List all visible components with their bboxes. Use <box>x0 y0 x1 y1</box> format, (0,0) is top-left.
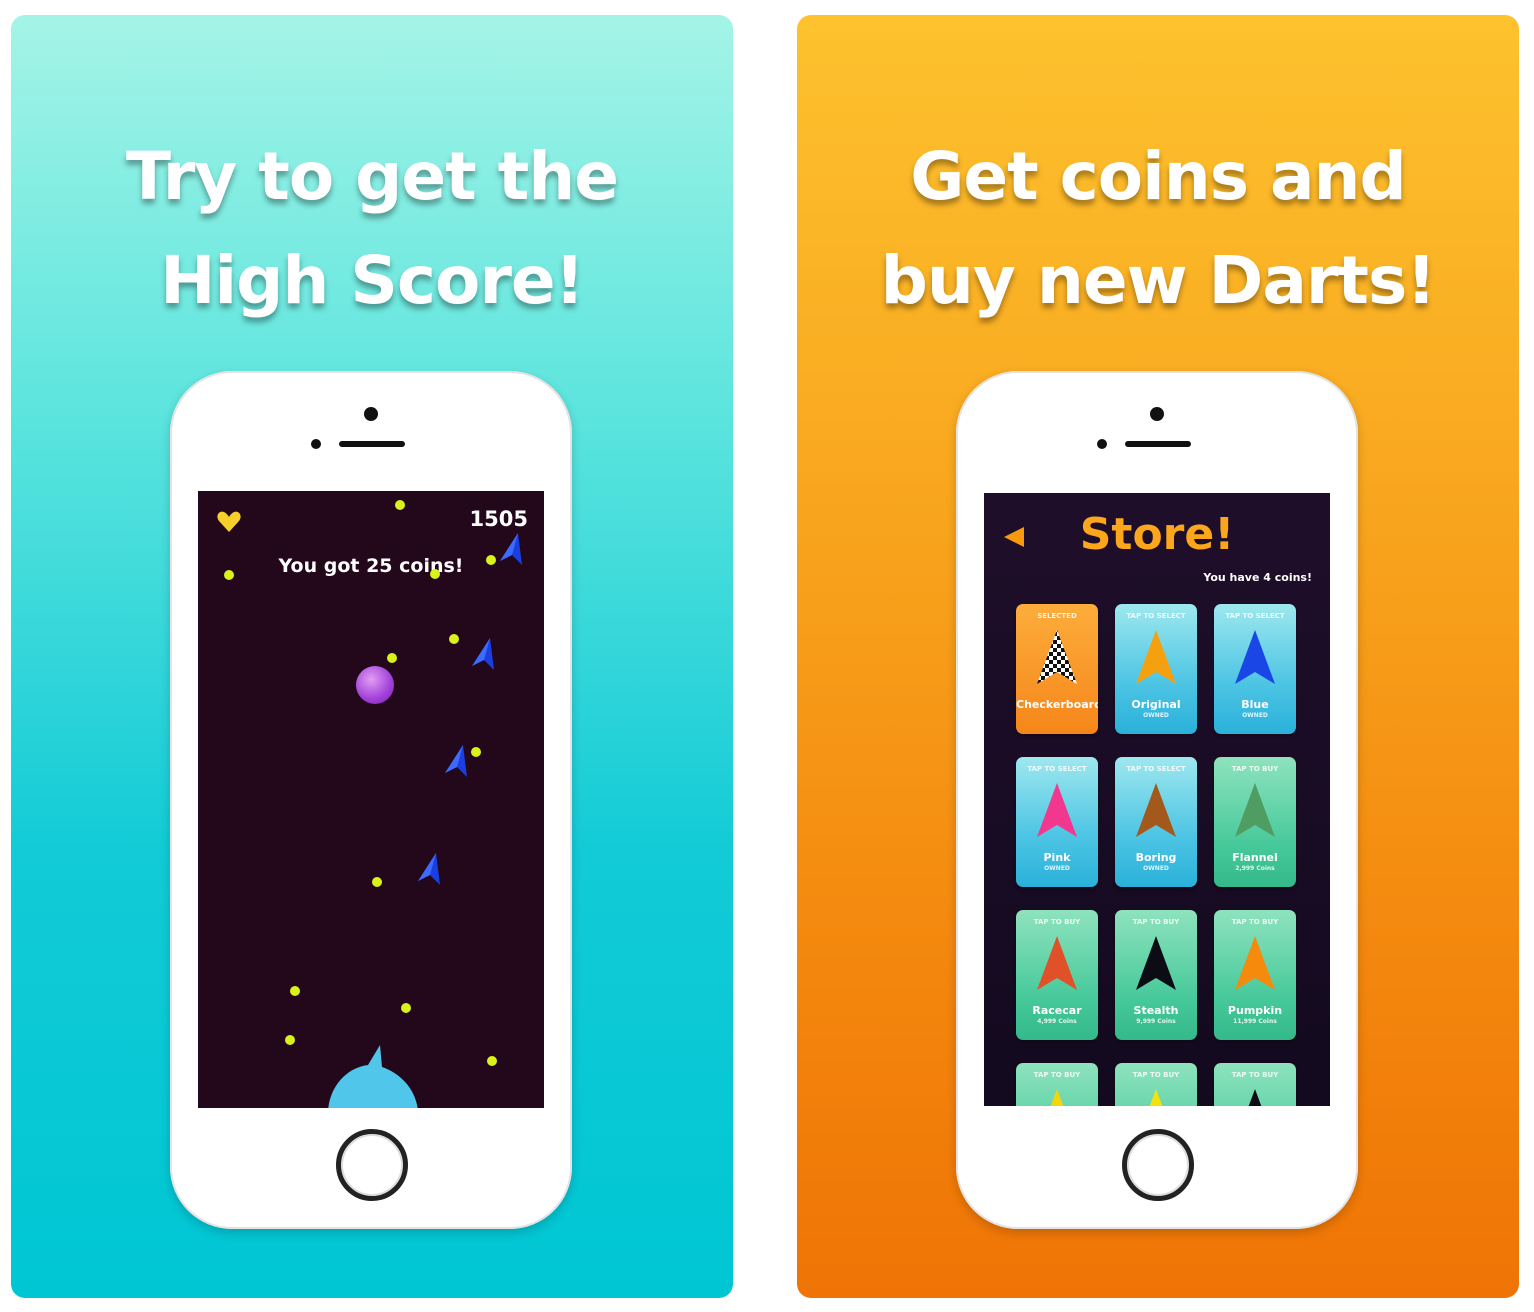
purple-ball-icon <box>356 666 394 704</box>
store-item-card[interactable]: TAP TO BUY <box>1214 1063 1296 1106</box>
heart-icon <box>217 511 241 532</box>
card-action-label: TAP TO SELECT <box>1027 765 1087 773</box>
dart-icon <box>1037 783 1077 837</box>
headline-line-1: Get coins and <box>910 138 1407 215</box>
front-camera <box>1150 407 1164 421</box>
dart-icon <box>1235 936 1275 990</box>
blue-dart-icon <box>472 638 494 670</box>
headline-line-2: buy new Darts! <box>880 242 1437 319</box>
dart-icon <box>1136 936 1176 990</box>
card-action-label: TAP TO SELECT <box>1225 612 1285 620</box>
proximity-sensor <box>1097 439 1107 449</box>
store-item-card[interactable]: TAP TO SELECT Pink OWNED <box>1016 757 1098 887</box>
phone-mockup: Store! You have 4 coins! SELECTED Checker… <box>956 371 1358 1229</box>
card-status: 2,999 Coins <box>1235 865 1275 872</box>
card-dart-name: Flannel <box>1232 851 1278 864</box>
dart-icon <box>1037 630 1077 684</box>
dart-icon <box>1235 630 1275 684</box>
store-title: Store! <box>1079 509 1235 560</box>
blue-dart-icon <box>445 745 467 777</box>
store-item-card[interactable]: TAP TO SELECT Blue OWNED <box>1214 604 1296 734</box>
headline-line-1: Try to get the <box>125 138 619 215</box>
store-item-card[interactable]: TAP TO BUY Stealth 9,999 Coins <box>1115 910 1197 1040</box>
coin-dot-icon <box>395 500 405 510</box>
headline-line-2: High Score! <box>160 242 584 319</box>
card-status: 11,999 Coins <box>1233 1018 1277 1025</box>
store-item-card[interactable]: TAP TO BUY <box>1016 1063 1098 1106</box>
dart-launcher-icon[interactable] <box>328 1031 418 1108</box>
blue-dart-icon <box>418 853 440 885</box>
proximity-sensor <box>311 439 321 449</box>
card-action-label: TAP TO SELECT <box>1126 765 1186 773</box>
card-action-label: TAP TO BUY <box>1231 765 1279 773</box>
dart-icon <box>1149 1089 1163 1106</box>
dart-icon <box>1136 630 1176 684</box>
game-screen[interactable]: 1505 You got 25 coins! <box>198 491 544 1108</box>
card-status: OWNED <box>1242 712 1268 719</box>
coins-balance: You have 4 coins! <box>1203 571 1312 584</box>
coin-dot-icon <box>285 1035 295 1045</box>
dart-icon <box>1050 1089 1064 1106</box>
store-item-card[interactable]: TAP TO BUY <box>1115 1063 1197 1106</box>
phone-mockup: 1505 You got 25 coins! <box>170 371 572 1229</box>
coin-dot-icon <box>486 555 496 565</box>
card-status: OWNED <box>1143 865 1169 872</box>
card-action-label: TAP TO BUY <box>1132 918 1180 926</box>
home-button[interactable] <box>336 1129 408 1201</box>
card-action-label: SELECTED <box>1037 612 1077 620</box>
store-item-card[interactable]: TAP TO BUY Pumpkin 11,999 Coins <box>1214 910 1296 1040</box>
dart-icon <box>1248 1089 1262 1106</box>
headline: Try to get the High Score! <box>11 125 733 333</box>
card-status: OWNED <box>1143 712 1169 719</box>
card-dart-name: Original <box>1131 698 1181 711</box>
earpiece-speaker <box>1125 441 1191 447</box>
coin-dot-icon <box>471 747 481 757</box>
home-button[interactable] <box>1122 1129 1194 1201</box>
coin-dot-icon <box>401 1003 411 1013</box>
coin-dot-icon <box>387 653 397 663</box>
store-item-card[interactable]: TAP TO BUY Racecar 4,999 Coins <box>1016 910 1098 1040</box>
card-dart-name: Stealth <box>1133 1004 1179 1017</box>
blue-dart-icon <box>500 533 522 565</box>
card-action-label: TAP TO BUY <box>1231 918 1279 926</box>
dart-icon <box>1136 783 1176 837</box>
store-item-card[interactable]: SELECTED Checkerboard <box>1016 604 1098 734</box>
card-dart-name: Racecar <box>1032 1004 1082 1017</box>
screenshot-panel-high-score: Try to get the High Score! 1505 You got … <box>11 15 733 1298</box>
card-action-label: TAP TO BUY <box>1033 918 1081 926</box>
card-action-label: TAP TO BUY <box>1033 1071 1081 1079</box>
store-item-card[interactable]: TAP TO SELECT Boring OWNED <box>1115 757 1197 887</box>
score-display: 1505 <box>469 507 528 531</box>
card-dart-name: Pumpkin <box>1227 1004 1283 1017</box>
coin-dot-icon <box>372 877 382 887</box>
card-dart-name: Blue <box>1241 698 1269 711</box>
dart-icon <box>1037 936 1077 990</box>
card-status: 9,999 Coins <box>1136 1018 1176 1025</box>
store-item-card[interactable]: TAP TO SELECT Original OWNED <box>1115 604 1197 734</box>
coin-dot-icon <box>290 986 300 996</box>
coin-dot-icon <box>449 634 459 644</box>
card-action-label: TAP TO BUY <box>1231 1071 1279 1079</box>
card-action-label: TAP TO BUY <box>1132 1071 1180 1079</box>
coin-dot-icon <box>487 1056 497 1066</box>
store-item-card[interactable]: TAP TO BUY Flannel 2,999 Coins <box>1214 757 1296 887</box>
headline: Get coins and buy new Darts! <box>797 125 1519 333</box>
card-status: 4,999 Coins <box>1037 1018 1077 1025</box>
coin-dot-icon <box>224 570 234 580</box>
card-status: OWNED <box>1044 865 1070 872</box>
card-dart-name: Pink <box>1043 851 1071 864</box>
store-screen: Store! You have 4 coins! SELECTED Checker… <box>984 493 1330 1106</box>
card-action-label: TAP TO SELECT <box>1126 612 1186 620</box>
card-dart-name: Checkerboard <box>1016 698 1098 711</box>
dart-icon <box>1235 783 1275 837</box>
front-camera <box>364 407 378 421</box>
coin-dot-icon <box>430 569 440 579</box>
card-dart-name: Boring <box>1135 851 1177 864</box>
earpiece-speaker <box>339 441 405 447</box>
screenshot-panel-store: Get coins and buy new Darts! Store! You … <box>797 15 1519 1298</box>
